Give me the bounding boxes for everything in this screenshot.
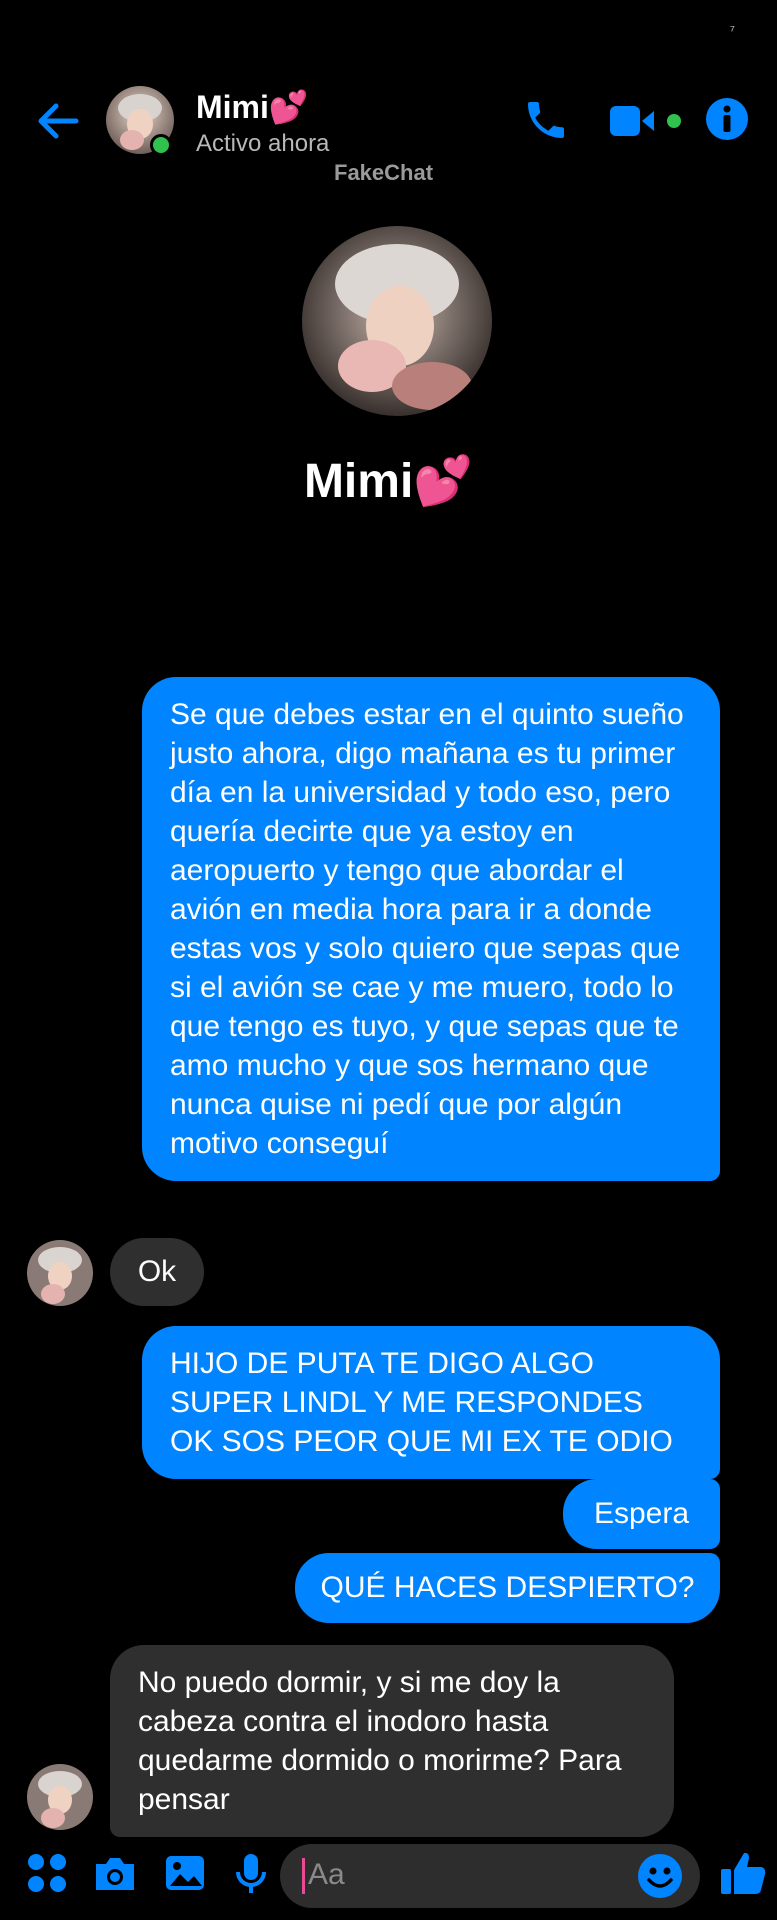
apps-icon[interactable] [24, 1850, 70, 1896]
online-status-dot [150, 134, 172, 156]
chat-header: Mimi💕 Activo ahora FakeChat [0, 80, 777, 185]
message-input-placeholder: Aa [308, 1858, 345, 1891]
app-watermark: FakeChat [334, 160, 434, 185]
message-composer: Aa [0, 1840, 777, 1920]
back-arrow-icon[interactable] [34, 98, 82, 144]
thumbs-up-icon[interactable] [718, 1848, 768, 1898]
phone-icon[interactable] [522, 96, 570, 144]
info-icon[interactable] [704, 96, 750, 142]
profile-picture[interactable] [302, 226, 492, 416]
text-cursor [302, 1858, 305, 1894]
message-bubble-incoming[interactable]: Ok [110, 1238, 204, 1306]
status-indicator: ⁷ [729, 22, 735, 38]
image-icon[interactable] [162, 1850, 208, 1896]
message-bubble-outgoing[interactable]: HIJO DE PUTA TE DIGO ALGO SUPER LINDL Y … [142, 1326, 720, 1479]
sender-avatar[interactable] [27, 1240, 93, 1306]
camera-icon[interactable] [92, 1850, 138, 1896]
emoji-icon[interactable] [636, 1852, 684, 1900]
microphone-icon[interactable] [228, 1850, 274, 1896]
contact-name[interactable]: Mimi💕 [196, 88, 309, 126]
video-camera-icon[interactable] [608, 102, 688, 142]
messenger-chat-screen: ⁷ Mimi💕 Activo ahora FakeChat Mimi💕 Se q… [0, 0, 777, 1920]
contact-active-status: Activo ahora [196, 130, 330, 157]
message-bubble-outgoing[interactable]: Se que debes estar en el quinto sueño ju… [142, 677, 720, 1181]
message-input[interactable]: Aa [280, 1844, 700, 1908]
message-bubble-outgoing[interactable]: Espera [563, 1479, 720, 1549]
message-bubble-outgoing[interactable]: QUÉ HACES DESPIERTO? [295, 1553, 720, 1623]
profile-name: Mimi💕 [303, 455, 474, 508]
sender-avatar[interactable] [27, 1764, 93, 1830]
message-bubble-incoming[interactable]: No puedo dormir, y si me doy la cabeza c… [110, 1645, 674, 1837]
